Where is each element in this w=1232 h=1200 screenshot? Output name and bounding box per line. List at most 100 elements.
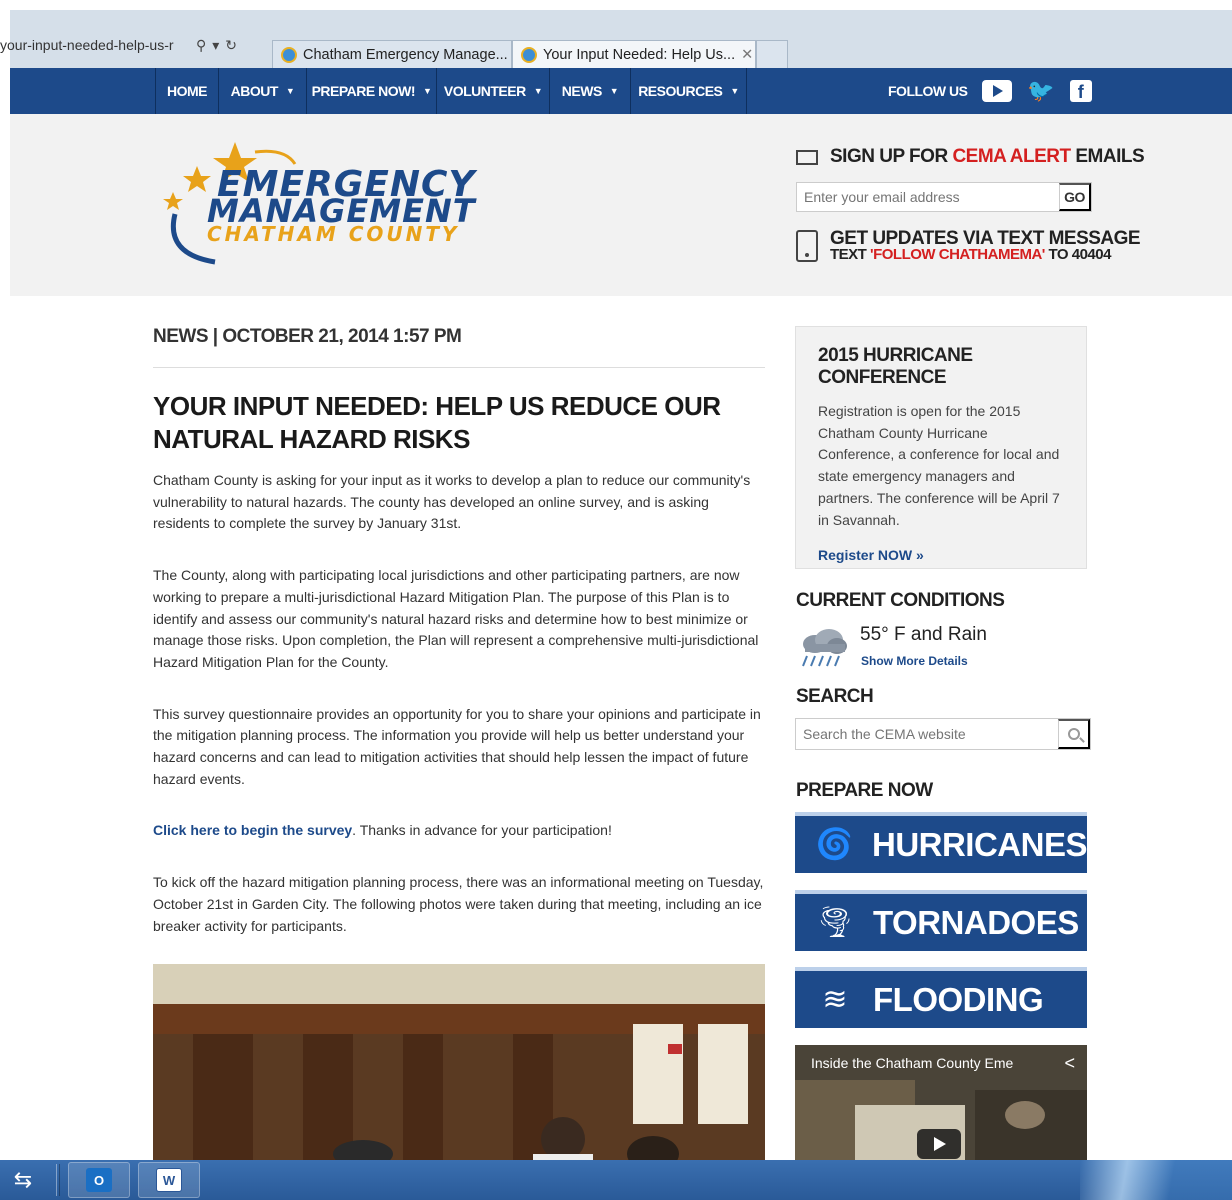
taskbar: ⇆ O W xyxy=(0,1160,1232,1200)
caret-down-icon: ▼ xyxy=(423,86,432,96)
article-paragraph: To kick off the hazard mitigation planni… xyxy=(153,874,764,934)
video-title[interactable]: Inside the Chatham County Eme xyxy=(811,1055,1047,1071)
browser-tab-chatham[interactable]: Chatham Emergency Manage... xyxy=(272,40,512,68)
facebook-icon[interactable]: f xyxy=(1069,80,1092,102)
conference-title: 2015 HURRICANE CONFERENCE xyxy=(818,345,973,388)
email-field[interactable] xyxy=(797,183,1059,211)
flooding-button[interactable]: ≋ FLOODING xyxy=(795,967,1087,1028)
signup-prefix: SIGN UP FOR xyxy=(830,146,948,167)
main-nav: HOME ABOUT ▼ PREPARE NOW! ▼ VOLUNTEER ▼ NEW… xyxy=(10,68,1232,114)
twitter-icon[interactable]: 🐦 xyxy=(1026,80,1056,102)
article-title: YOUR INPUT NEEDED: HELP US REDUCE OUR NA… xyxy=(153,391,721,454)
address-bar[interactable]: your-input-needed-help-us-r ⚲ ▾ ↻ xyxy=(0,30,270,60)
outlook-icon: O xyxy=(86,1168,112,1192)
follow-label: FOLLOW US xyxy=(888,83,968,99)
ie-icon xyxy=(281,46,297,63)
caret-down-icon: ▼ xyxy=(533,86,543,96)
sms-line-2: TEXT 'FOLLOW CHATHAMEMA' TO 40404 xyxy=(830,246,1140,263)
article-paragraph: The County, along with participating loc… xyxy=(153,567,759,670)
caret-down-icon: ▼ xyxy=(285,86,295,96)
sms-keyword: 'FOLLOW CHATHAMEMA' xyxy=(870,246,1045,263)
meeting-photo-image xyxy=(153,964,765,1160)
register-link[interactable]: Register NOW » xyxy=(818,547,924,563)
follow-us: FOLLOW US 🐦 f xyxy=(888,68,1092,114)
email-form: GO xyxy=(796,182,1092,212)
word-taskbar-button[interactable]: W xyxy=(138,1162,200,1198)
nav-resources[interactable]: RESOURCES ▼ xyxy=(630,68,747,114)
rain-cloud-icon xyxy=(802,629,847,667)
article-meta: NEWS | OCTOBER 21, 2014 1:57 PM xyxy=(153,320,765,368)
browser-tab-active[interactable]: Your Input Needed: Help Us... ✕ xyxy=(512,40,756,68)
article-paragraph: This survey questionnaire provides an op… xyxy=(153,705,761,787)
flood-icon: ≋ xyxy=(822,983,848,1016)
address-url[interactable]: your-input-needed-help-us-r xyxy=(0,37,190,53)
caret-down-icon: ▼ xyxy=(730,86,739,96)
tornadoes-label: TORNADOES xyxy=(873,903,1079,941)
search-icon-handle xyxy=(1079,737,1085,743)
new-tab-button[interactable] xyxy=(756,40,788,68)
sms-updates: GET UPDATES VIA TEXT MESSAGE TEXT 'FOLLO… xyxy=(796,229,1141,263)
search-heading: SEARCH xyxy=(796,686,874,707)
site-logo[interactable]: EMERGENCY MANAGEMENT CHATHAM COUNTY xyxy=(155,134,515,274)
weather-temperature: 55° F and Rain xyxy=(860,624,987,645)
sms-prefix: TEXT xyxy=(830,246,871,263)
phone-icon xyxy=(796,230,818,262)
caret-down-icon: ▼ xyxy=(609,86,619,96)
nav-news[interactable]: NEWS ▼ xyxy=(549,68,630,114)
tab-label: Chatham Emergency Manage... xyxy=(303,46,508,63)
switch-windows-icon[interactable]: ⇆ xyxy=(6,1162,40,1198)
outlook-taskbar-button[interactable]: O xyxy=(68,1162,130,1198)
conference-box: 2015 HURRICANE CONFERENCE Registration i… xyxy=(795,326,1087,569)
email-go-button[interactable]: GO xyxy=(1059,183,1091,211)
tornado-icon: 🌪 xyxy=(815,906,855,939)
email-signup-heading: SIGN UP FOR CEMA ALERT EMAILS xyxy=(796,146,1145,168)
hurricanes-button[interactable]: 🌀 HURRICANES xyxy=(795,812,1088,873)
survey-link[interactable]: Click here to begin the survey xyxy=(153,822,352,838)
dropdown-icon[interactable]: ▾ xyxy=(212,37,219,54)
nav-label: HOME xyxy=(167,83,208,99)
window-top-edge xyxy=(0,0,1232,10)
nav-label: VOLUNTEER xyxy=(443,83,526,99)
conference-body: Registration is open for the 2015 Chatha… xyxy=(818,403,1060,528)
search-form xyxy=(795,718,1091,750)
ie-icon xyxy=(521,46,537,63)
meeting-photo[interactable] xyxy=(153,964,765,1160)
taskbar-glow xyxy=(1080,1160,1232,1200)
flooding-label: FLOODING xyxy=(873,980,1044,1018)
search-icon[interactable]: ⚲ xyxy=(196,37,206,54)
envelope-icon xyxy=(796,149,818,165)
tornadoes-button[interactable]: 🌪 TORNADOES xyxy=(795,890,1087,951)
tab-label: Your Input Needed: Help Us... xyxy=(543,46,736,63)
signup-highlight: CEMA ALERT xyxy=(952,146,1071,167)
site-header: EMERGENCY MANAGEMENT CHATHAM COUNTY SIGN… xyxy=(10,114,1232,296)
nav-home[interactable]: HOME xyxy=(155,68,218,114)
taskbar-separator xyxy=(56,1164,60,1196)
play-button[interactable] xyxy=(917,1129,961,1159)
hurricanes-label: HURRICANES xyxy=(871,825,1088,863)
video-embed[interactable]: Inside the Chatham County Eme < xyxy=(795,1045,1087,1160)
youtube-icon[interactable] xyxy=(981,80,1012,102)
nav-label: RESOURCES xyxy=(638,83,723,99)
nav-label: PREPARE NOW! xyxy=(311,83,416,99)
nav-volunteer[interactable]: VOLUNTEER ▼ xyxy=(436,68,549,114)
share-icon[interactable]: < xyxy=(1064,1053,1075,1074)
close-icon[interactable]: ✕ xyxy=(741,47,753,63)
logo-line-3: CHATHAM COUNTY xyxy=(207,222,460,246)
nav-label: ABOUT xyxy=(230,83,279,99)
weather-details-link[interactable]: Show More Details xyxy=(861,654,968,668)
hurricane-icon: 🌀 xyxy=(815,828,854,861)
search-button[interactable] xyxy=(1058,719,1090,749)
search-input[interactable] xyxy=(796,719,1058,749)
prepare-heading: PREPARE NOW xyxy=(796,780,933,801)
word-icon: W xyxy=(156,1168,182,1192)
refresh-icon[interactable]: ↻ xyxy=(225,37,237,54)
survey-paragraph: Click here to begin the survey. Thanks i… xyxy=(153,820,765,842)
signup-suffix: EMAILS xyxy=(1075,146,1145,167)
nav-label: NEWS xyxy=(561,83,603,99)
article: NEWS | OCTOBER 21, 2014 1:57 PM YOUR INP… xyxy=(153,320,765,937)
conditions-heading: CURRENT CONDITIONS xyxy=(796,590,1005,611)
nav-about[interactable]: ABOUT ▼ xyxy=(218,68,306,114)
nav-prepare-now[interactable]: PREPARE NOW! ▼ xyxy=(306,68,436,114)
sms-suffix: TO 40404 xyxy=(1044,246,1112,263)
article-paragraph: Chatham County is asking for your input … xyxy=(153,472,751,532)
